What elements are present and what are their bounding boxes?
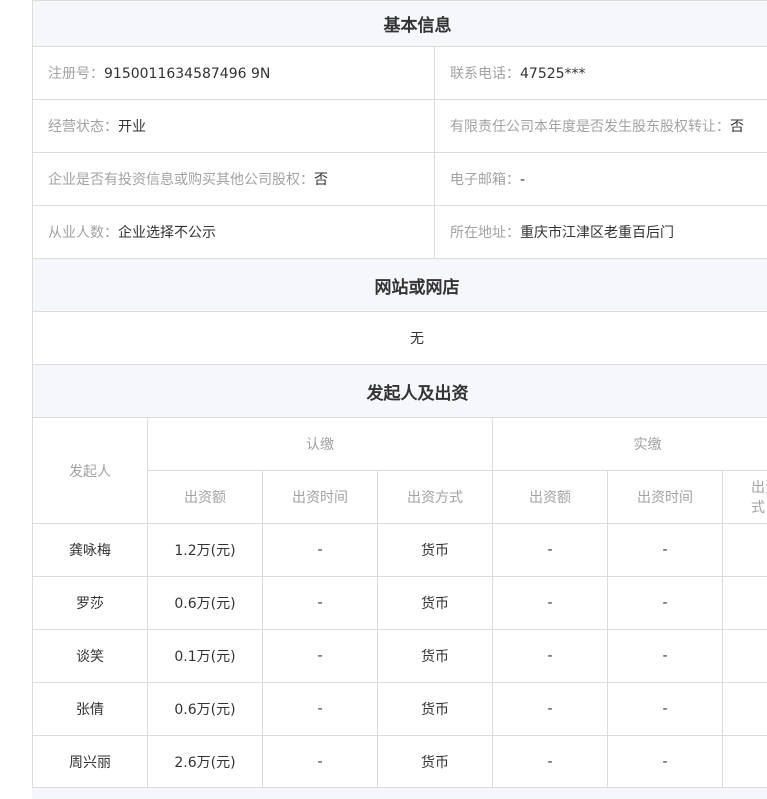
cell-sub-amount: 0.6万(元) (148, 577, 263, 630)
status-value: 开业 (118, 119, 146, 135)
basic-info-title: 基本信息 (33, 1, 767, 47)
status-label: 经营状态： (48, 119, 118, 135)
sub-amount-header: 出资额 (148, 471, 263, 524)
email-cell: 电子邮箱：- (435, 153, 767, 206)
basic-info-table: 基本信息 注册号：9150011634587496 9N 联系电话：47525*… (32, 0, 767, 259)
cell-paid-method (723, 683, 767, 736)
phone-label: 联系电话： (450, 66, 520, 82)
cell-paid-time: - (608, 736, 723, 789)
table-row: 周兴丽2.6万(元)-货币-- (33, 736, 767, 789)
reg-number-value: 9150011634587496 9N (104, 66, 270, 82)
phone-cell: 联系电话：47525*** (435, 47, 767, 100)
cell-sub-method: 货币 (378, 630, 493, 683)
cell-name: 罗莎 (33, 577, 148, 630)
group-paid-header: 实缴 (493, 418, 767, 471)
cell-sub-amount: 2.6万(元) (148, 736, 263, 789)
cell-paid-method (723, 630, 767, 683)
cell-sub-time: - (263, 630, 378, 683)
investors-title: 发起人及出资 (33, 365, 767, 418)
cell-name: 周兴丽 (33, 736, 148, 789)
cell-paid-method (723, 577, 767, 630)
col-investor-header: 发起人 (33, 418, 148, 524)
table-row: 张倩0.6万(元)-货币-- (33, 683, 767, 736)
cell-paid-time: - (608, 524, 723, 577)
cell-sub-time: - (263, 524, 378, 577)
cell-paid-amount: - (493, 736, 608, 789)
investors-rows: 龚咏梅1.2万(元)-货币--罗莎0.6万(元)-货币--谈笑0.1万(元)-货… (33, 524, 767, 789)
email-label: 电子邮箱： (450, 172, 520, 188)
investors-table: 发起人及出资 发起人 认缴 实缴 出资额 出资时间 出资方式 出资额 出资时间 … (32, 364, 767, 789)
email-value: - (520, 172, 525, 188)
cell-sub-method: 货币 (378, 577, 493, 630)
cell-paid-amount: - (493, 683, 608, 736)
equity-transfer-label: 有限责任公司本年度是否发生股东股权转让： (450, 119, 730, 135)
table-row: 罗莎0.6万(元)-货币-- (33, 577, 767, 630)
address-value: 重庆市江津区老重百后门 (520, 225, 674, 241)
investment-label: 企业是否有投资信息或购买其他公司股权： (48, 172, 314, 188)
investment-cell: 企业是否有投资信息或购买其他公司股权：否 (33, 153, 435, 206)
group-subscribed-header: 认缴 (148, 418, 493, 471)
cell-sub-method: 货币 (378, 683, 493, 736)
cell-sub-method: 货币 (378, 524, 493, 577)
phone-value: 47525*** (520, 66, 586, 82)
table-row: 龚咏梅1.2万(元)-货币-- (33, 524, 767, 577)
website-table: 网站或网店 无 (32, 258, 767, 365)
cell-sub-time: - (263, 577, 378, 630)
equity-transfer-cell: 有限责任公司本年度是否发生股东股权转让：否 (435, 100, 767, 153)
paid-method-header: 出资方式 (723, 471, 767, 524)
cell-paid-method (723, 524, 767, 577)
cell-sub-amount: 0.6万(元) (148, 683, 263, 736)
website-title: 网站或网店 (33, 259, 767, 312)
cell-name: 张倩 (33, 683, 148, 736)
cell-paid-method (723, 736, 767, 789)
address-cell: 所在地址：重庆市江津区老重百后门 (435, 206, 767, 259)
cell-paid-amount: - (493, 577, 608, 630)
table-row: 谈笑0.1万(元)-货币-- (33, 630, 767, 683)
cell-paid-amount: - (493, 524, 608, 577)
cell-sub-time: - (263, 683, 378, 736)
cell-sub-method: 货币 (378, 736, 493, 789)
cell-sub-amount: 1.2万(元) (148, 524, 263, 577)
status-cell: 经营状态：开业 (33, 100, 435, 153)
cell-name: 龚咏梅 (33, 524, 148, 577)
paid-time-header: 出资时间 (608, 471, 723, 524)
cell-paid-time: - (608, 577, 723, 630)
equity-transfer-value: 否 (730, 119, 744, 135)
website-value: 无 (33, 312, 767, 365)
employees-label: 从业人数： (48, 225, 118, 241)
cell-paid-amount: - (493, 630, 608, 683)
sub-method-header: 出资方式 (378, 471, 493, 524)
report-container: 基本信息 注册号：9150011634587496 9N 联系电话：47525*… (32, 0, 767, 798)
cell-paid-time: - (608, 683, 723, 736)
cell-sub-time: - (263, 736, 378, 789)
employees-cell: 从业人数：企业选择不公示 (33, 206, 435, 259)
reg-number-cell: 注册号：9150011634587496 9N (33, 47, 435, 100)
investment-value: 否 (314, 172, 328, 188)
reg-number-label: 注册号： (48, 66, 104, 82)
paid-amount-header: 出资额 (493, 471, 608, 524)
cell-paid-time: - (608, 630, 723, 683)
address-label: 所在地址： (450, 225, 520, 241)
bottom-strip (32, 787, 767, 799)
employees-value: 企业选择不公示 (118, 225, 216, 241)
cell-name: 谈笑 (33, 630, 148, 683)
cell-sub-amount: 0.1万(元) (148, 630, 263, 683)
sub-time-header: 出资时间 (263, 471, 378, 524)
